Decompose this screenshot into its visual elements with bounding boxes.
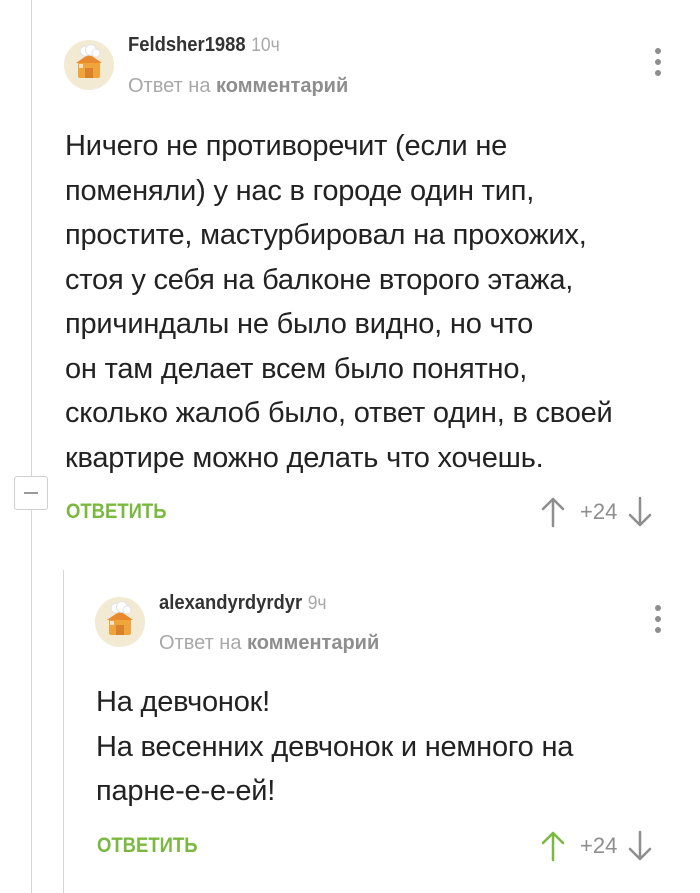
- reply-to-prefix: Ответ на: [159, 632, 242, 654]
- comment-text: На девчонок! На весенних девчонок и немн…: [96, 686, 574, 807]
- comment-2: alexandyrdyrdyr 9ч Ответ на комментарий Н…: [0, 0, 700, 893]
- more-menu-button[interactable]: [654, 605, 662, 633]
- score: +24: [580, 833, 618, 858]
- avatar[interactable]: [95, 597, 145, 647]
- username[interactable]: alexandyrdyrdyr 9ч: [159, 592, 327, 615]
- reply-to-link[interactable]: комментарий: [247, 632, 379, 654]
- reply-button[interactable]: ОТВЕТИТЬ: [97, 834, 197, 858]
- dot-icon: [655, 627, 661, 633]
- arrow-up-icon[interactable]: [540, 830, 566, 862]
- vote-controls: +24: [540, 830, 653, 862]
- arrow-down-icon[interactable]: [627, 830, 653, 862]
- dot-icon: [655, 616, 661, 622]
- dot-icon: [655, 605, 661, 611]
- timestamp: 9ч: [307, 593, 327, 614]
- reply-to-label: Ответ на комментарий: [159, 632, 379, 655]
- chef-hat-house-avatar-icon: [95, 597, 145, 647]
- username-link[interactable]: alexandyrdyrdyr: [159, 592, 302, 614]
